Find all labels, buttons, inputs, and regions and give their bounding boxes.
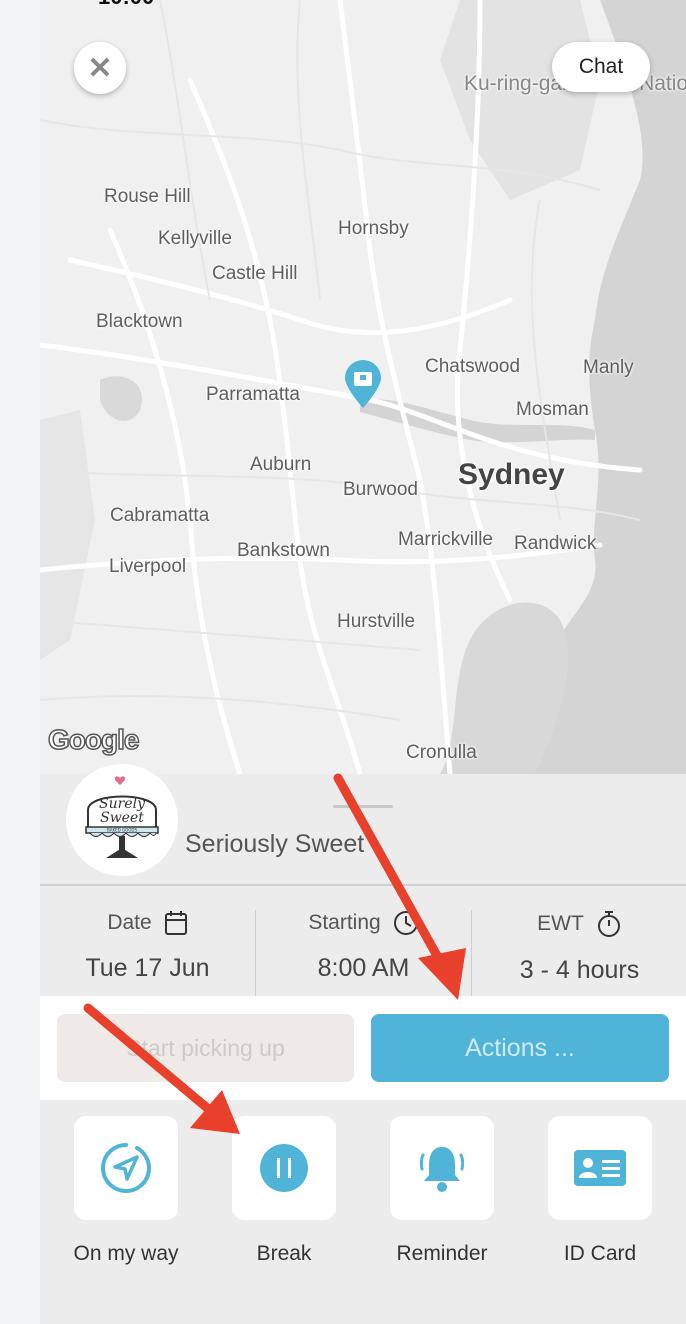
clock-icon <box>393 911 418 935</box>
shop-logo: Surely Sweet BAKED GOODS <box>66 764 178 876</box>
actions-button[interactable]: Actions ... <box>371 1014 669 1082</box>
map-label: Castle Hill <box>212 263 298 284</box>
ewt-value: 3 - 4 hours <box>519 956 640 984</box>
date-info: Date Tue 17 Jun <box>40 910 255 1000</box>
map-label: Hurstville <box>337 611 416 632</box>
map-label: Rouse Hill <box>104 186 191 207</box>
ewt-label: EWT <box>537 912 584 935</box>
chat-button[interactable]: Chat <box>552 42 650 92</box>
map-view[interactable]: 10:00 Ku-ring-gai Chase National Park Ro… <box>40 0 686 774</box>
map-label: Kellyville <box>158 228 232 249</box>
app-screen: 10:00 Ku-ring-gai Chase National Park Ro… <box>40 0 686 1324</box>
start-label: Starting <box>308 911 381 934</box>
bell-icon <box>419 1147 465 1192</box>
map-label: Hornsby <box>338 218 409 239</box>
map-label: Liverpool <box>109 556 187 577</box>
status-time: 10:00 <box>98 0 154 10</box>
map-label: Marrickville <box>398 529 493 550</box>
map-label: Blacktown <box>96 311 183 332</box>
map-label: Burwood <box>343 479 418 500</box>
map-label: Mosman <box>516 399 589 420</box>
job-sheet: Surely Sweet BAKED GOODS Seriously Sweet… <box>40 764 686 1324</box>
map-label: Auburn <box>250 454 312 475</box>
map-label: Chatswood <box>425 356 521 377</box>
close-button[interactable]: ✕ <box>74 42 126 94</box>
id-card-label: ID Card <box>563 1242 637 1265</box>
on-my-way-label: On my way <box>73 1242 179 1265</box>
start-value: 8:00 AM <box>317 954 410 982</box>
map-label: Parramatta <box>206 384 300 405</box>
divider <box>40 884 686 886</box>
break-label: Break <box>256 1242 312 1265</box>
id-card-button[interactable] <box>548 1116 652 1220</box>
logo-text-3: BAKED GOODS <box>107 828 137 833</box>
pause-icon <box>260 1144 308 1192</box>
google-attribution: Google <box>47 723 140 756</box>
navigation-arrow-icon <box>101 1143 151 1193</box>
map-label: Cabramatta <box>110 505 210 526</box>
stopwatch-icon <box>597 911 620 937</box>
calendar-icon <box>164 911 187 935</box>
on-my-way-button[interactable] <box>74 1116 178 1220</box>
map-label: Bankstown <box>237 540 330 561</box>
drag-handle[interactable] <box>333 805 393 808</box>
break-button[interactable] <box>232 1116 336 1220</box>
date-label: Date <box>107 911 152 934</box>
id-card-icon <box>574 1150 626 1186</box>
action-buttons: Start picking up Actions ... <box>40 996 686 1100</box>
left-margin <box>0 0 40 1324</box>
shop-name: Seriously Sweet <box>185 830 365 858</box>
map-label-city: Sydney <box>458 458 565 491</box>
start-picking-up-button[interactable]: Start picking up <box>57 1014 354 1082</box>
map-label: Manly <box>583 357 634 378</box>
cake-stand-icon: Surely Sweet BAKED GOODS <box>85 776 159 858</box>
reminder-label: Reminder <box>396 1242 488 1265</box>
logo-text-2: Sweet <box>100 810 144 826</box>
map-label: Randwick <box>514 533 597 554</box>
reminder-button[interactable] <box>390 1116 494 1220</box>
map-label: Cronulla <box>406 742 477 763</box>
ewt-info: EWT 3 - 4 hours <box>472 910 686 1000</box>
date-value: Tue 17 Jun <box>85 954 210 982</box>
close-icon: ✕ <box>87 51 113 85</box>
start-info: Starting 8:00 AM <box>256 910 471 1000</box>
